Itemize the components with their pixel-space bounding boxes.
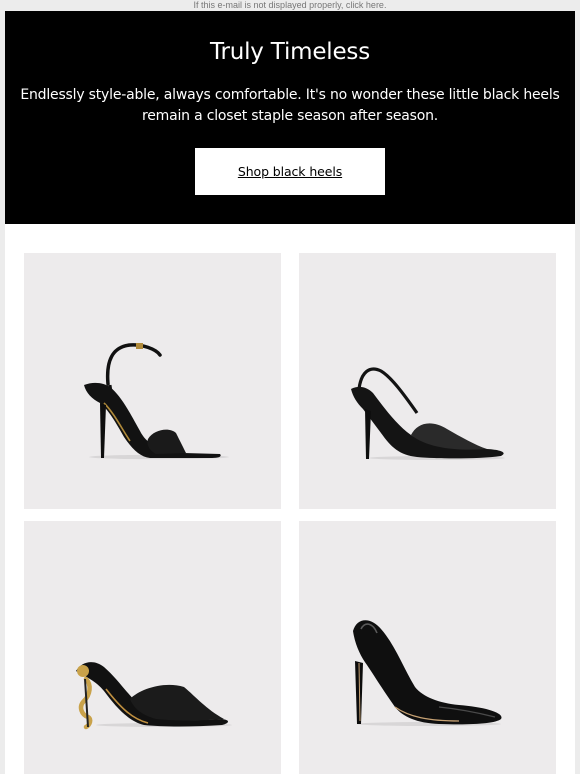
shop-black-heels-button[interactable]: Shop black heels: [195, 148, 385, 195]
ankle-strap-sandal-heel-icon: [84, 343, 229, 460]
patent-pump-heel-icon: [353, 620, 502, 726]
product-grid: [5, 224, 575, 774]
preheader: If this e-mail is not displayed properly…: [0, 0, 580, 11]
hero-description: Endlessly style-able, always comfortable…: [20, 87, 560, 124]
hero-banner: Truly Timeless Endlessly style-able, alw…: [5, 11, 575, 224]
product-tile-4[interactable]: [299, 521, 556, 774]
product-tile-3[interactable]: [24, 521, 281, 774]
hero-title: Truly Timeless: [209, 39, 370, 65]
mule-sandal-snake-heel-icon: [76, 662, 232, 730]
view-in-browser-link[interactable]: If this e-mail is not displayed properly…: [194, 0, 387, 10]
product-tile-1[interactable]: [24, 253, 281, 509]
email-body: Truly Timeless Endlessly style-able, alw…: [5, 11, 575, 774]
product-tile-2[interactable]: [299, 253, 556, 509]
slingback-pump-heel-icon: [351, 367, 505, 460]
